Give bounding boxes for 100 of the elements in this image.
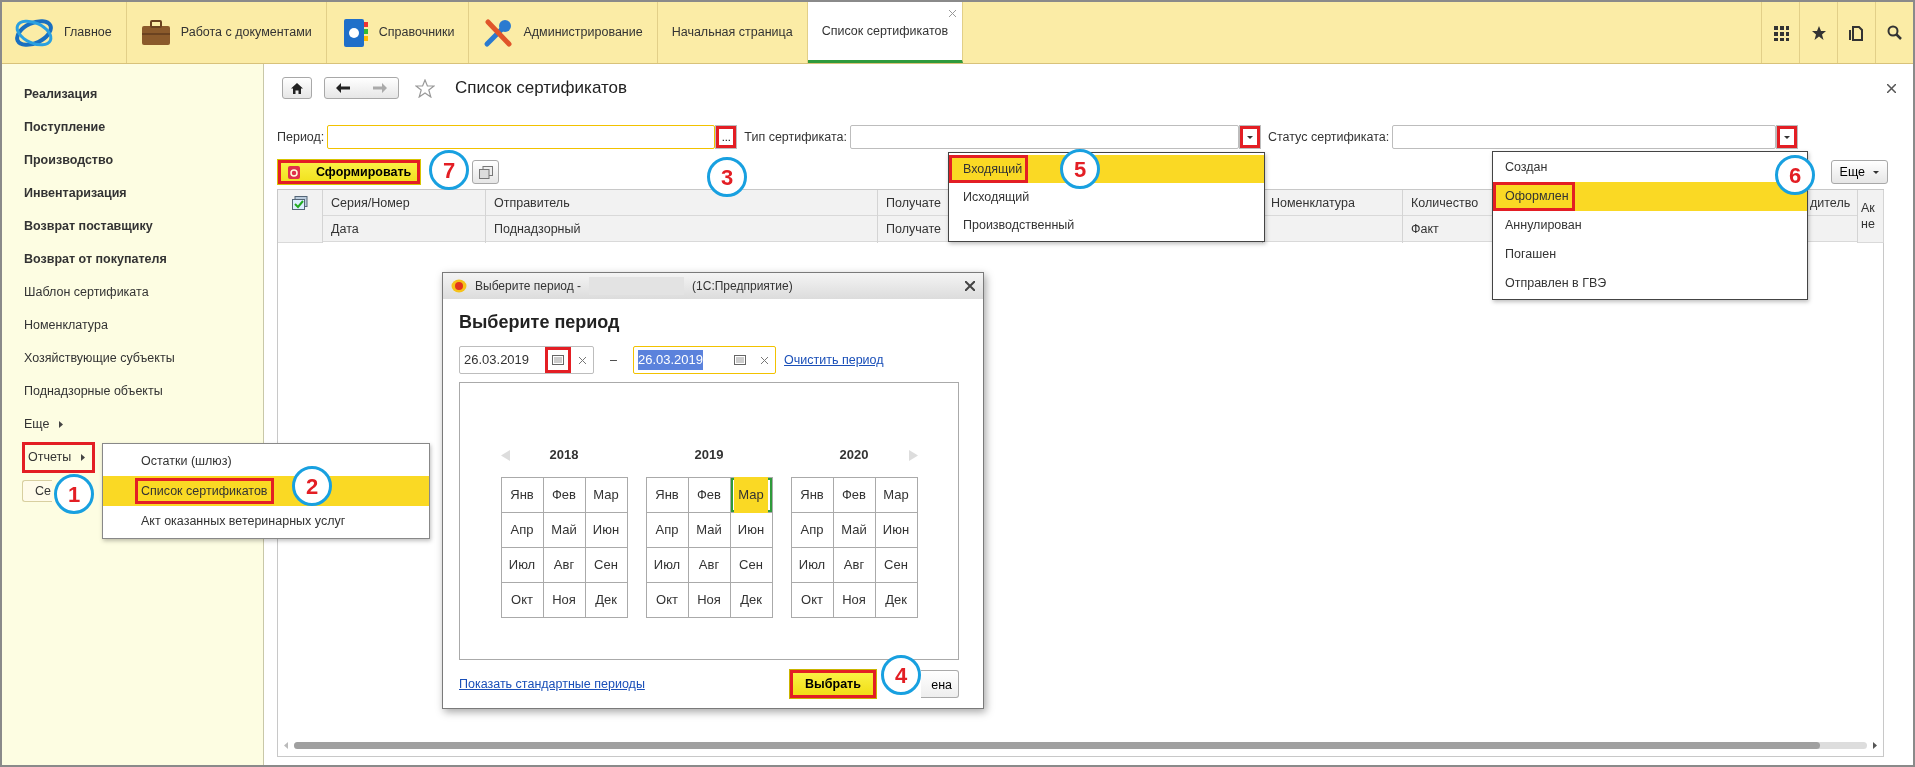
- caret-icon: [1784, 135, 1791, 139]
- generate-button[interactable]: Сформировать: [277, 159, 421, 185]
- input-field[interactable]: [327, 125, 716, 149]
- dropdown-option[interactable]: Отправлен в ГВЭ: [1493, 269, 1613, 298]
- column-header[interactable]: Номенклатура: [1263, 190, 1402, 216]
- dropdown-option[interactable]: Создан: [1493, 153, 1554, 182]
- section-link[interactable]: Поступление: [22, 115, 108, 140]
- month-cell[interactable]: Авг: [833, 548, 876, 583]
- month-cell[interactable]: Сен: [585, 548, 628, 583]
- month-cell[interactable]: Янв: [646, 478, 689, 513]
- tab[interactable]: Список сертификатов: [807, 2, 964, 63]
- input-field[interactable]: [849, 125, 1239, 149]
- menu-item[interactable]: Остатки (шлюз): [103, 446, 238, 476]
- month-cell[interactable]: Авг: [688, 548, 731, 583]
- section-link[interactable]: Производство: [22, 148, 116, 173]
- panel-button[interactable]: Се: [22, 479, 52, 502]
- copy-button[interactable]: [472, 160, 499, 184]
- submenu-item[interactable]: Отчеты: [22, 442, 96, 473]
- dropdown-option[interactable]: Погашен: [1493, 240, 1563, 269]
- date-field[interactable]: 26.03.2019: [459, 346, 594, 374]
- month-cell[interactable]: Дек: [730, 583, 773, 618]
- checklist-icon: [292, 196, 308, 211]
- dropdown-option[interactable]: Исходящий: [949, 183, 1036, 211]
- month-cell[interactable]: Июл: [791, 548, 834, 583]
- select-button[interactable]: Выбрать: [789, 669, 877, 699]
- month-cell[interactable]: Май: [833, 513, 876, 548]
- section-link[interactable]: Возврат поставщику: [22, 214, 155, 239]
- month-cell[interactable]: Фев: [833, 478, 876, 513]
- month-cell[interactable]: Дек: [585, 583, 628, 618]
- month-cell[interactable]: Ноя: [688, 583, 731, 618]
- month-cell[interactable]: Фев: [543, 478, 586, 513]
- nav-link-item[interactable]: Хозяйствующие субъекты: [22, 346, 177, 371]
- dropdown-option[interactable]: Производственный: [949, 211, 1081, 239]
- star-icon[interactable]: [1810, 24, 1827, 41]
- close-icon[interactable]: [1887, 84, 1896, 93]
- dropdown-option[interactable]: Аннулирован: [1493, 211, 1588, 240]
- section-tab[interactable]: Главное: [2, 2, 127, 63]
- section-link[interactable]: Реализация: [22, 82, 100, 107]
- month-cell[interactable]: Июн: [585, 513, 628, 548]
- month-cell[interactable]: Май: [688, 513, 731, 548]
- copy-icon[interactable]: [1848, 24, 1865, 41]
- standard-periods-link[interactable]: Показать стандартные периоды: [459, 674, 645, 694]
- month-cell[interactable]: Авг: [543, 548, 586, 583]
- menu-item[interactable]: Акт оказанных ветеринарных услуг: [103, 506, 352, 536]
- close-icon[interactable]: [965, 281, 975, 291]
- clear-period-link[interactable]: Очистить период: [784, 350, 884, 370]
- month-cell[interactable]: Апр: [501, 513, 544, 548]
- nav-link-item[interactable]: Шаблон сертификата: [22, 280, 151, 305]
- section-link[interactable]: Возврат от покупателя: [22, 247, 169, 272]
- submenu-item[interactable]: Еще: [18, 409, 74, 440]
- cancel-button[interactable]: ена: [921, 670, 959, 698]
- scroll-right-icon[interactable]: [1873, 741, 1877, 749]
- column-header[interactable]: Отправитель: [486, 190, 877, 216]
- column-header[interactable]: Серия/Номер: [323, 190, 485, 216]
- nav-link-item[interactable]: Номенклатура: [22, 313, 110, 338]
- dropdown-button[interactable]: [1238, 125, 1261, 149]
- briefcase-icon: [140, 18, 171, 47]
- section-tab[interactable]: Администрирование: [469, 2, 658, 63]
- column-header[interactable]: Поднадзорный: [486, 216, 877, 242]
- choice-button[interactable]: ...: [715, 125, 738, 149]
- section-tab[interactable]: Работа с документами: [126, 2, 327, 63]
- month-cell[interactable]: Ноя: [833, 583, 876, 618]
- section-tab[interactable]: Справочники: [326, 2, 470, 63]
- apps-icon[interactable]: [1772, 24, 1789, 41]
- month-cell[interactable]: Янв: [501, 478, 544, 513]
- month-cell[interactable]: Фев: [688, 478, 731, 513]
- month-cell[interactable]: Апр: [646, 513, 689, 548]
- search-icon[interactable]: [1886, 24, 1903, 41]
- month-cell[interactable]: Июл: [501, 548, 544, 583]
- month-cell[interactable]: Мар: [585, 478, 628, 513]
- month-cell[interactable]: Май: [543, 513, 586, 548]
- calendar-button[interactable]: [545, 347, 571, 373]
- tab[interactable]: Начальная страница: [657, 2, 808, 63]
- month-cell[interactable]: Сен: [730, 548, 773, 583]
- nav-link-item[interactable]: Поднадзорные объекты: [22, 379, 165, 404]
- dropdown-button[interactable]: [1776, 125, 1799, 149]
- month-cell[interactable]: Сен: [875, 548, 918, 583]
- month-cell[interactable]: Апр: [791, 513, 834, 548]
- month-cell[interactable]: Июн: [730, 513, 773, 548]
- month-cell[interactable]: Янв: [791, 478, 834, 513]
- month-cell[interactable]: Дек: [875, 583, 918, 618]
- section-link[interactable]: Инвентаризация: [22, 181, 129, 206]
- field-label: Тип сертификата:: [744, 128, 847, 146]
- month-cell[interactable]: Ноя: [543, 583, 586, 618]
- home-button[interactable]: [282, 77, 312, 99]
- column-header[interactable]: Дата: [323, 216, 485, 242]
- month-cell[interactable]: Мар: [875, 478, 918, 513]
- input-field[interactable]: [1392, 125, 1777, 149]
- month-cell[interactable]: Окт: [501, 583, 544, 618]
- star-icon[interactable]: [415, 78, 435, 98]
- clear-icon: [760, 356, 768, 364]
- column-header[interactable]: дитель: [1808, 190, 1857, 216]
- column-header[interactable]: Ак не: [1858, 190, 1883, 243]
- date-field[interactable]: 26.03.2019: [632, 346, 777, 374]
- month-cell[interactable]: Окт: [791, 583, 834, 618]
- month-cell[interactable]: Окт: [646, 583, 689, 618]
- dropdown-option[interactable]: Оформлен: [1493, 182, 1807, 211]
- more-button[interactable]: Еще: [1830, 160, 1888, 184]
- month-cell[interactable]: Июл: [646, 548, 689, 583]
- month-cell[interactable]: Июн: [875, 513, 918, 548]
